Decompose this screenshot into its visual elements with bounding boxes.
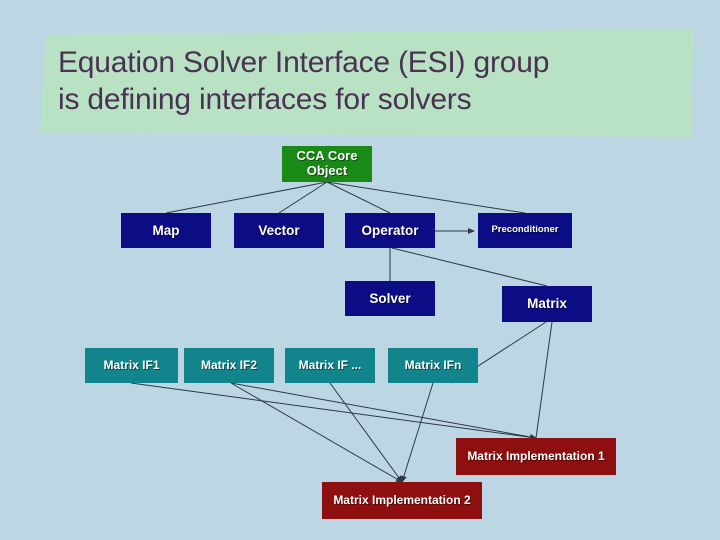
node-map[interactable]: Map — [121, 213, 211, 248]
edge-matrix-if-ellipsis-to-matrix-implementation-2 — [329, 382, 403, 483]
node-preconditioner[interactable]: Preconditioner — [478, 213, 572, 248]
node-vector[interactable]: Vector — [234, 213, 324, 248]
node-matrix-if2[interactable]: Matrix IF2 — [184, 348, 274, 383]
edge-matrix-ifn-to-matrix-implementation-2 — [400, 382, 434, 483]
node-matrix-implementation-2[interactable]: Matrix Implementation 2 — [322, 482, 482, 519]
edge-matrix-if2-to-matrix-implementation-1 — [230, 382, 537, 440]
slide-canvas: Equation Solver Interface (ESI) group is… — [0, 0, 720, 540]
node-solver[interactable]: Solver — [345, 281, 435, 316]
node-cca-core-object[interactable]: CCA Core Object — [282, 146, 372, 182]
edge-matrix-to-matrix-implementation-1 — [535, 321, 553, 439]
node-operator[interactable]: Operator — [345, 213, 435, 248]
node-matrix-ifn[interactable]: Matrix IFn — [388, 348, 478, 383]
edge-matrix-if2-to-matrix-implementation-2 — [230, 382, 403, 483]
esi-hierarchy-diagram: CCA Core Object Map Vector Operator Precondi… — [0, 0, 720, 540]
edge-matrix-if1-to-matrix-implementation-1 — [130, 382, 537, 441]
node-matrix-if1[interactable]: Matrix IF1 — [85, 348, 178, 383]
node-matrix[interactable]: Matrix — [502, 286, 592, 322]
node-matrix-implementation-1[interactable]: Matrix Implementation 1 — [456, 438, 616, 475]
node-matrix-if-ellipsis[interactable]: Matrix IF ... — [285, 348, 375, 383]
edge-cca-core-object-to-preconditioner — [326, 181, 526, 214]
